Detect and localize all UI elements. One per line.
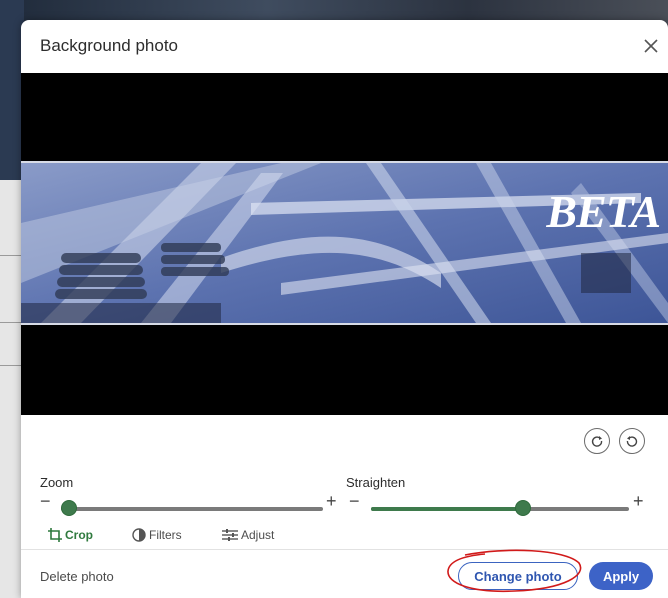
zoom-plus-icon[interactable]: + <box>326 491 337 511</box>
tab-adjust[interactable]: Adjust <box>221 525 274 545</box>
beta-logo: BETA <box>546 186 661 237</box>
footer-divider <box>21 549 668 550</box>
zoom-slider-thumb[interactable] <box>61 501 76 515</box>
straighten-minus-icon[interactable]: − <box>349 491 360 511</box>
background-photo-dialog: Background photo BETA Zoom − + Straighte… <box>21 20 668 598</box>
straighten-plus-icon[interactable]: + <box>633 491 644 511</box>
zoom-slider-track[interactable] <box>61 507 323 511</box>
crop-icon <box>48 528 62 542</box>
dialog-title: Background photo <box>40 36 178 55</box>
close-icon <box>644 39 658 53</box>
filters-icon <box>132 528 146 542</box>
adjust-icon <box>222 529 238 541</box>
tab-filters-label: Filters <box>149 528 182 542</box>
rotate-left-button[interactable] <box>584 428 610 454</box>
straighten-slider-thumb[interactable] <box>516 501 530 515</box>
photo-editor-canvas[interactable]: BETA <box>21 73 668 415</box>
zoom-label: Zoom <box>40 475 74 490</box>
close-button[interactable] <box>638 33 664 59</box>
tab-crop[interactable]: Crop <box>47 525 93 545</box>
tab-crop-label: Crop <box>65 528 93 542</box>
background-photo-image: BETA <box>21 161 668 325</box>
apply-button[interactable]: Apply <box>589 562 653 590</box>
tab-filters[interactable]: Filters <box>131 525 182 545</box>
rotate-counterclockwise-icon <box>591 436 603 447</box>
delete-photo-button[interactable]: Delete photo <box>40 569 114 584</box>
zoom-minus-icon[interactable]: − <box>40 491 51 511</box>
change-photo-button[interactable]: Change photo <box>458 562 578 590</box>
straighten-label: Straighten <box>346 475 406 490</box>
straighten-slider-fill <box>371 507 523 511</box>
dialog-header: Background photo <box>21 20 668 73</box>
rotate-clockwise-icon <box>626 436 638 447</box>
tab-adjust-label: Adjust <box>241 528 275 542</box>
rotate-right-button[interactable] <box>619 428 645 454</box>
